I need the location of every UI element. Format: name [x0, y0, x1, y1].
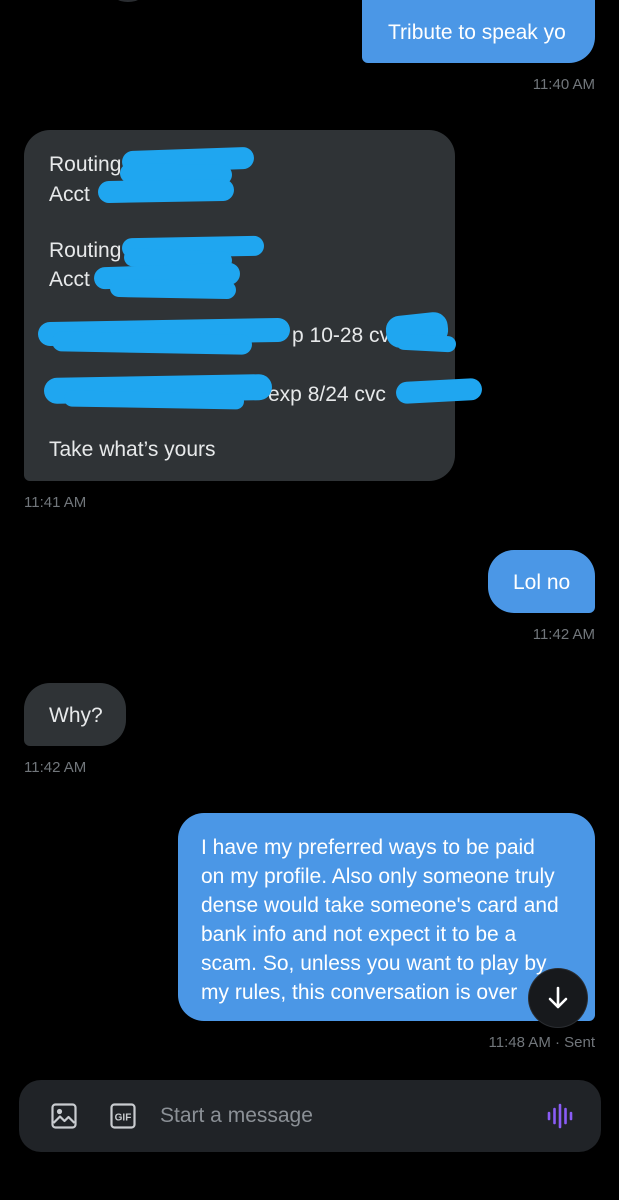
message-timestamp: 11:42 AM	[24, 759, 87, 776]
message-text: Why?	[49, 704, 103, 727]
message-text: Lol no	[513, 571, 571, 594]
message-bubble-outgoing[interactable]: Tribute to speak yo	[362, 0, 595, 63]
message-timestamp: 11:48 AM · Sent	[488, 1034, 595, 1051]
message-timestamp: 11:42 AM	[532, 626, 595, 643]
message-line: bank info and not expect it to be a	[201, 923, 517, 946]
voice-message-button[interactable]	[545, 1101, 575, 1131]
message-bubble-incoming[interactable]: Why?	[24, 683, 126, 746]
message-line: Acct	[49, 183, 90, 206]
add-image-button[interactable]	[50, 1102, 78, 1130]
message-text: Tribute to speak yo	[388, 21, 566, 44]
svg-text:GIF: GIF	[115, 1113, 132, 1124]
message-line: on my profile. Also only someone truly	[201, 865, 555, 888]
message-bubble-outgoing[interactable]: Lol no	[488, 550, 595, 613]
message-timestamp: 11:41 AM	[24, 494, 87, 511]
message-bubble-incoming[interactable]: Routing Acct Routing Acct p 10-28 cvc ex…	[24, 130, 483, 481]
message-line: Acct	[49, 268, 90, 291]
redaction-mark	[395, 333, 457, 353]
scroll-to-bottom-button[interactable]	[529, 969, 587, 1027]
message-line: Routing	[49, 153, 122, 176]
add-gif-button[interactable]: GIF	[109, 1102, 137, 1130]
avatar	[110, 0, 146, 2]
redaction-mark	[97, 178, 235, 204]
redaction-mark	[63, 390, 245, 410]
gif-icon: GIF	[110, 1103, 136, 1129]
message-line: exp 8/24 cvc	[268, 383, 386, 406]
message-line: Take what’s yours	[49, 438, 216, 461]
message-line: dense would take someone's card and	[201, 894, 559, 917]
message-timestamp: 11:40 AM	[532, 76, 595, 93]
message-composer: GIF	[19, 1080, 601, 1152]
message-line: p 10-28 cvc	[292, 324, 401, 347]
message-line: Routing	[49, 239, 122, 262]
message-line: scam. So, unless you want to play by	[201, 952, 547, 975]
message-line: my rules, this conversation is over	[201, 981, 518, 1004]
message-line: I have my preferred ways to be paid	[201, 836, 535, 859]
voice-wave-icon	[547, 1103, 573, 1129]
arrow-down-icon	[548, 986, 568, 1009]
image-icon	[51, 1103, 77, 1129]
message-input[interactable]	[160, 1098, 530, 1134]
redaction-mark	[395, 377, 483, 405]
redaction-mark	[51, 331, 253, 355]
redaction-mark	[109, 278, 237, 300]
